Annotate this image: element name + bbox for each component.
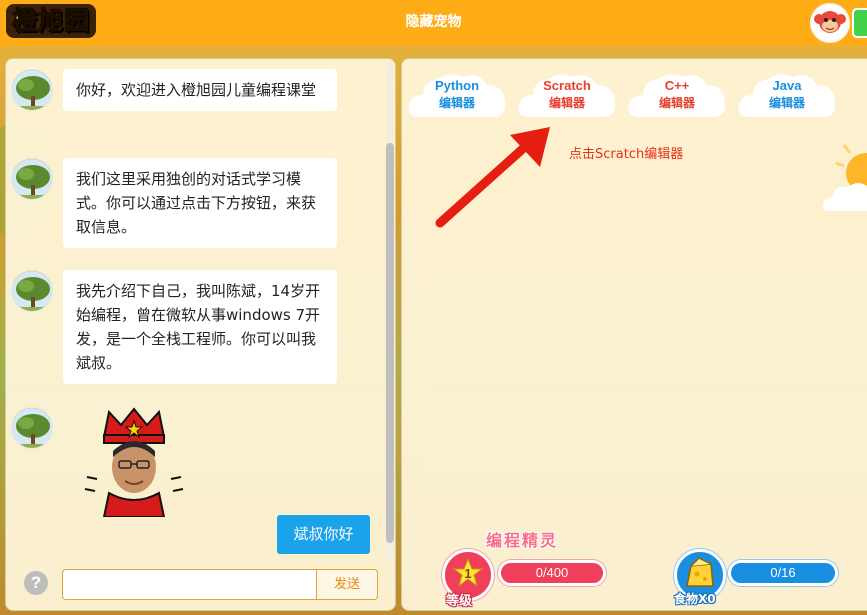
editor-python-button[interactable]: Python 编辑器 [407, 71, 507, 119]
editor-name: C++ [664, 78, 690, 93]
crowned-character-image [79, 407, 189, 521]
tree-avatar-icon [11, 158, 53, 200]
energy-indicator [852, 8, 867, 38]
editor-cpp-button[interactable]: C++ 编辑器 [627, 71, 727, 119]
scrollbar-thumb[interactable] [386, 143, 394, 543]
tree-avatar-icon [11, 270, 53, 312]
send-button[interactable]: 发送 [316, 569, 378, 600]
pointer-arrow-icon [435, 127, 550, 228]
xp-progress-bar: 0/400 [498, 560, 606, 586]
editor-java-button[interactable]: Java 编辑器 [737, 71, 837, 119]
level-number: 1 [464, 566, 472, 581]
top-bar: 橙旭园 隐藏宠物 [0, 0, 867, 46]
xp-text: 0/400 [535, 565, 569, 580]
food-label: 食物X0 [674, 592, 716, 606]
sun-cloud-icon [823, 144, 867, 211]
editor-name: Scratch [543, 78, 591, 93]
editor-label: 编辑器 [438, 96, 475, 110]
editor-name: Python [434, 78, 480, 93]
monkey-avatar-icon [813, 6, 847, 40]
editor-label: 编辑器 [658, 96, 695, 110]
level-label: 等级 [446, 594, 473, 609]
chat-input[interactable] [62, 569, 318, 600]
message-bubble: 我先介绍下自己，我叫陈斌，14岁开始编程，曾在微软从事windows 7开发，是… [63, 270, 337, 384]
chat-scrollbar[interactable] [386, 63, 394, 563]
user-avatar[interactable] [810, 3, 850, 43]
tree-avatar-icon [11, 69, 53, 111]
help-icon[interactable]: ? [24, 571, 48, 595]
chat-panel: 你好，欢迎进入橙旭园儿童编程课堂 我们这里采用独创的对话式学习模式。你可以通过点… [5, 58, 396, 611]
workspace-panel: Python 编辑器 Scratch 编辑器 C++ 编辑器 Java 编辑器 … [401, 58, 867, 611]
food-text: 0/16 [770, 565, 796, 580]
food-progress-bar: 0/16 [728, 560, 838, 586]
editor-name: Java [772, 78, 802, 93]
hint-text: 点击Scratch编辑器 [569, 147, 684, 162]
editor-scratch-button[interactable]: Scratch 编辑器 [517, 71, 617, 119]
chat-messages[interactable]: 你好，欢迎进入橙旭园儿童编程课堂 我们这里采用独创的对话式学习模式。你可以通过点… [6, 59, 384, 549]
message-bubble: 我们这里采用独创的对话式学习模式。你可以通过点击下方按钮，来获取信息。 [63, 158, 337, 248]
message-bubble: 你好，欢迎进入橙旭园儿童编程课堂 [63, 69, 337, 111]
editor-label: 编辑器 [768, 96, 805, 110]
tree-avatar-icon [11, 407, 53, 449]
page-title: 隐藏宠物 [405, 13, 462, 29]
editor-label: 编辑器 [548, 96, 585, 110]
spirit-title: 编程精灵 [486, 531, 559, 550]
reply-button[interactable]: 斌叔你好 [277, 515, 370, 554]
